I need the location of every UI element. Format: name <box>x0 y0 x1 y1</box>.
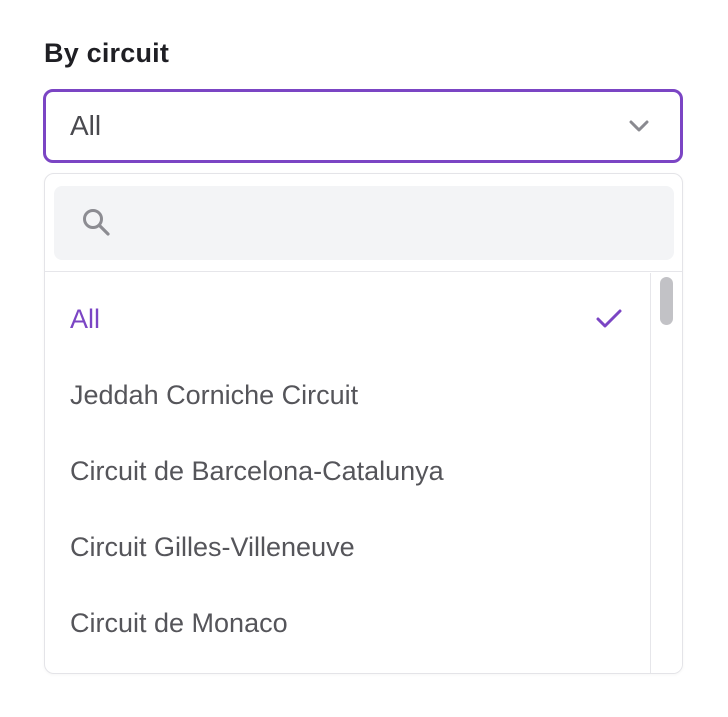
option-gilles-villeneuve[interactable]: Circuit Gilles-Villeneuve <box>45 509 651 585</box>
filter-label: By circuit <box>44 38 170 68</box>
search-input[interactable] <box>134 186 654 260</box>
option-monaco[interactable]: Circuit de Monaco <box>45 585 651 661</box>
circuit-select[interactable]: All <box>43 89 683 163</box>
check-icon <box>596 309 622 328</box>
option-label: Circuit de Barcelona-Catalunya <box>70 455 444 486</box>
search-icon <box>83 209 110 236</box>
options-list: All Jeddah Corniche Circuit Circuit de B… <box>45 273 651 673</box>
search-area <box>45 174 682 272</box>
option-all[interactable]: All <box>45 281 651 357</box>
option-barcelona[interactable]: Circuit de Barcelona-Catalunya <box>45 433 651 509</box>
dropdown-panel: All Jeddah Corniche Circuit Circuit de B… <box>44 173 683 674</box>
option-label: All <box>70 303 101 334</box>
option-label: Circuit de Monaco <box>70 607 288 638</box>
search-box[interactable] <box>54 186 674 260</box>
select-value: All <box>70 110 102 141</box>
option-label: Jeddah Corniche Circuit <box>70 379 359 410</box>
scrollbar-thumb[interactable] <box>660 277 673 325</box>
chevron-down-icon <box>629 120 649 132</box>
option-jeddah[interactable]: Jeddah Corniche Circuit <box>45 357 651 433</box>
scrollbar[interactable] <box>650 273 682 673</box>
option-label: Circuit Gilles-Villeneuve <box>70 531 355 562</box>
